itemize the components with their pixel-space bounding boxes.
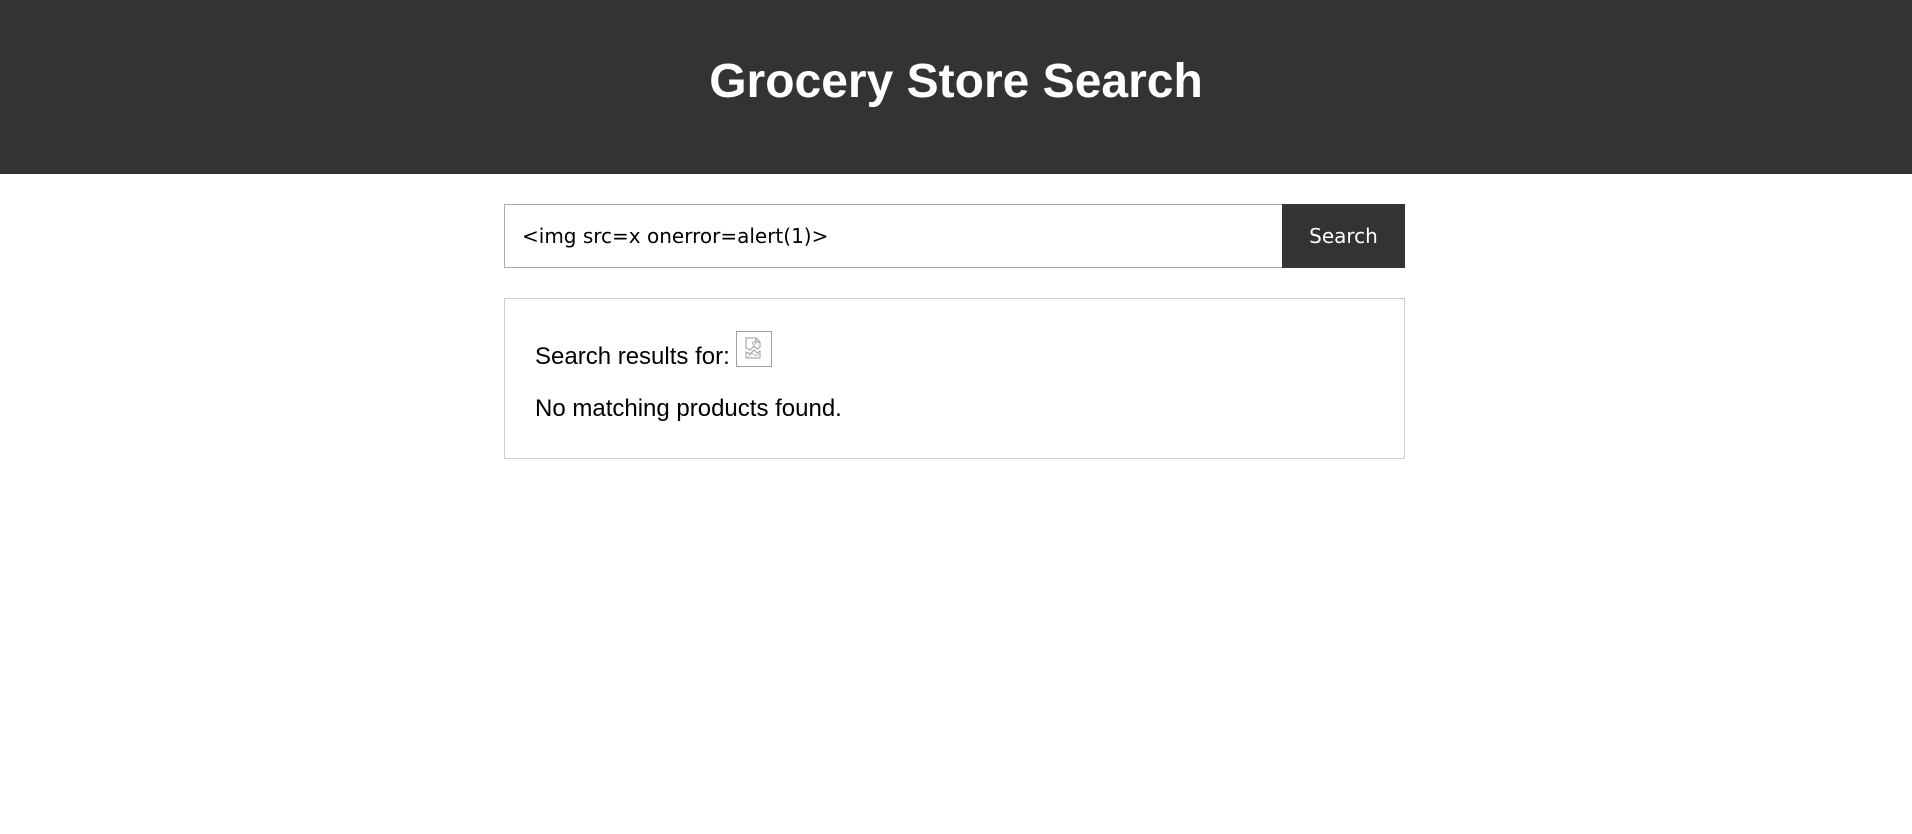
search-button[interactable]: Search <box>1282 204 1405 268</box>
results-panel: Search results for: No matching products… <box>504 298 1405 459</box>
broken-image-icon <box>735 331 772 367</box>
results-heading-label: Search results for: <box>535 343 730 370</box>
page-header: Grocery Store Search <box>0 0 1912 174</box>
results-heading: Search results for: <box>535 329 1374 371</box>
page-title: Grocery Store Search <box>709 55 1203 108</box>
main-content: Search Search results for: No matching p… <box>504 204 1405 459</box>
broken-image-glyph <box>745 337 761 359</box>
search-input[interactable] <box>504 204 1282 268</box>
search-form: Search <box>504 204 1405 268</box>
no-results-message: No matching products found. <box>535 395 842 422</box>
